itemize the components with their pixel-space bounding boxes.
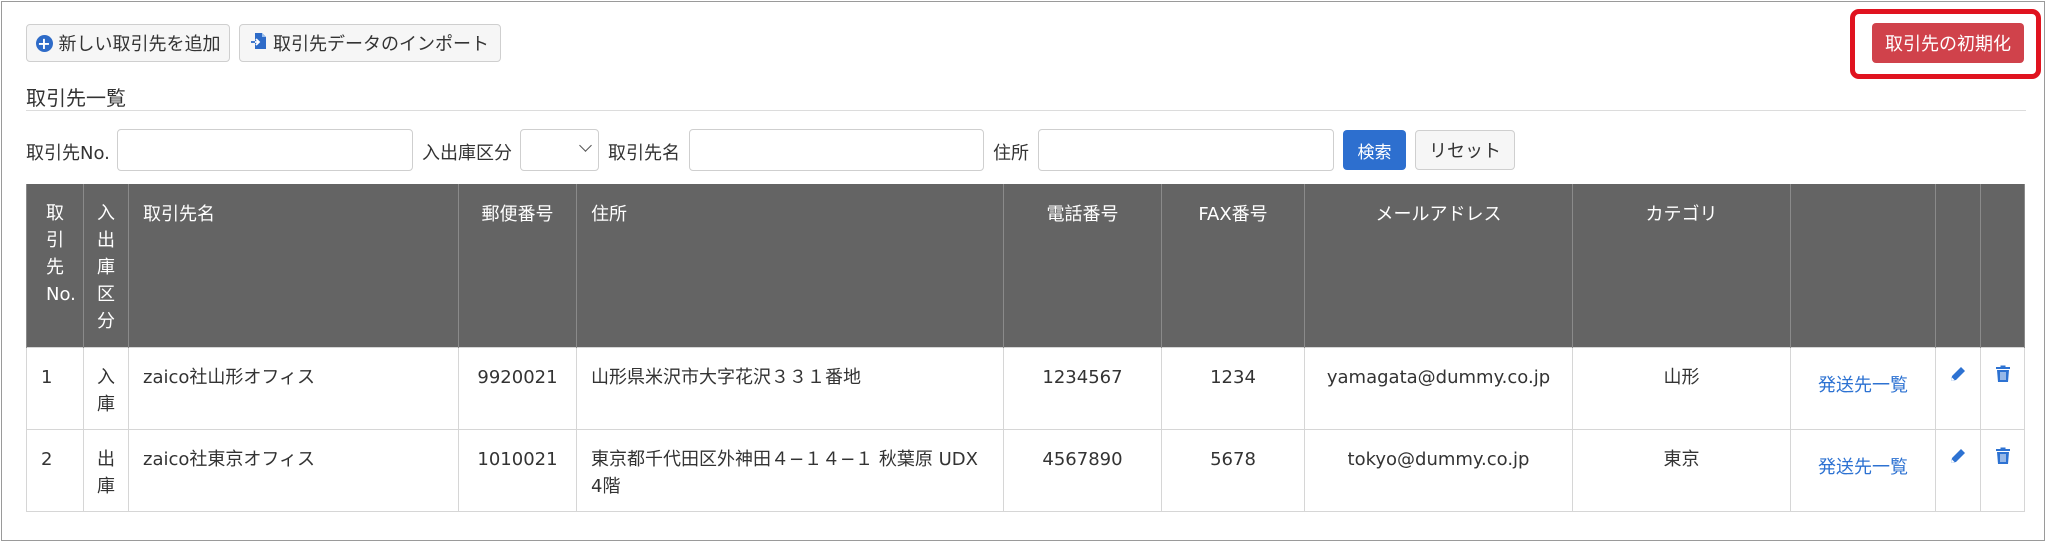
- cell-no: 1: [26, 346, 84, 430]
- supplier-no-label: 取引先No.: [26, 143, 110, 164]
- cell-link: 発送先一覧: [1790, 346, 1936, 430]
- import-label: 取引先データのインポート: [273, 34, 489, 55]
- cell-phone: 1234567: [1003, 346, 1162, 430]
- shipping-list-link[interactable]: 発送先一覧: [1818, 375, 1908, 396]
- cell-email: tokyo@dummy.co.jp: [1304, 428, 1573, 512]
- cell-type-label: 入庫: [97, 366, 115, 415]
- search-button[interactable]: 検索: [1343, 130, 1406, 170]
- pencil-icon[interactable]: [1949, 366, 1967, 388]
- cell-fax: 5678: [1161, 428, 1305, 512]
- cell-address: 山形県米沢市大字花沢３３１番地: [576, 346, 1004, 430]
- cell-delete: [1980, 428, 2025, 512]
- cell-edit: [1935, 346, 1981, 430]
- header-fax: FAX番号: [1161, 184, 1305, 347]
- header-links: [1790, 184, 1936, 347]
- cell-phone: 4567890: [1003, 428, 1162, 512]
- plus-circle-icon: +: [35, 33, 53, 53]
- cell-address: 東京都千代田区外神田４−１４−１ 秋葉原 UDX 4階: [576, 428, 1004, 512]
- highlight-annotation: [1850, 9, 2041, 79]
- header-category: カテゴリ: [1572, 184, 1791, 347]
- cell-category: 山形: [1572, 346, 1791, 430]
- header-address: 住所: [576, 184, 1004, 347]
- header-type: 入出庫区分: [83, 184, 129, 347]
- header-edit: [1935, 184, 1981, 347]
- add-supplier-label: 新しい取引先を追加: [58, 34, 221, 55]
- cell-email: yamagata@dummy.co.jp: [1304, 346, 1573, 430]
- supplier-no-input[interactable]: [117, 129, 413, 171]
- cell-edit: [1935, 428, 1981, 512]
- address-label: 住所: [993, 143, 1029, 164]
- section-divider: [26, 110, 2026, 111]
- chevron-down-icon: [579, 139, 592, 152]
- cell-type-label: 出庫: [97, 448, 115, 497]
- shipping-list-link[interactable]: 発送先一覧: [1818, 457, 1908, 478]
- cell-zip: 9920021: [458, 346, 577, 430]
- header-name: 取引先名: [128, 184, 459, 347]
- table-row: 2 出庫 zaico社東京オフィス 1010021 東京都千代田区外神田４−１４…: [26, 428, 2025, 512]
- header-zip: 郵便番号: [458, 184, 577, 347]
- cell-no: 2: [26, 428, 84, 512]
- header-delete: [1980, 184, 2025, 347]
- cell-name: zaico社東京オフィス: [128, 428, 459, 512]
- trash-icon[interactable]: [1995, 365, 2011, 388]
- reset-label: リセット: [1429, 141, 1501, 162]
- header-type-label: 入出庫区分: [97, 203, 115, 332]
- add-supplier-button[interactable]: + 新しい取引先を追加: [26, 24, 230, 62]
- reset-button[interactable]: リセット: [1415, 130, 1515, 170]
- cell-fax: 1234: [1161, 346, 1305, 430]
- cell-category: 東京: [1572, 428, 1791, 512]
- header-phone: 電話番号: [1003, 184, 1162, 347]
- trash-icon[interactable]: [1995, 447, 2011, 470]
- cell-zip: 1010021: [458, 428, 577, 512]
- type-select[interactable]: [520, 129, 599, 171]
- supplier-name-input[interactable]: [689, 129, 984, 171]
- pencil-icon[interactable]: [1949, 448, 1967, 470]
- section-title: 取引先一覧: [26, 86, 126, 110]
- supplier-table: 取引先No. 入出庫区分 取引先名 郵便番号 住所 電話番号 FAX番号 メール…: [26, 184, 2025, 512]
- supplier-name-label: 取引先名: [608, 143, 680, 164]
- cell-type: 出庫: [83, 428, 129, 512]
- header-email: メールアドレス: [1304, 184, 1573, 347]
- cell-type: 入庫: [83, 346, 129, 430]
- import-button[interactable]: 取引先データのインポート: [239, 24, 501, 62]
- type-label: 入出庫区分: [422, 143, 512, 164]
- cell-link: 発送先一覧: [1790, 428, 1936, 512]
- header-no: 取引先No.: [26, 184, 84, 347]
- file-import-icon: [251, 32, 267, 55]
- cell-name: zaico社山形オフィス: [128, 346, 459, 430]
- cell-delete: [1980, 346, 2025, 430]
- address-input[interactable]: [1038, 129, 1334, 171]
- table-row: 1 入庫 zaico社山形オフィス 9920021 山形県米沢市大字花沢３３１番…: [26, 346, 2025, 430]
- header-no-label: 取引先No.: [46, 203, 76, 305]
- table-header-row: 取引先No. 入出庫区分 取引先名 郵便番号 住所 電話番号 FAX番号 メール…: [26, 184, 2025, 347]
